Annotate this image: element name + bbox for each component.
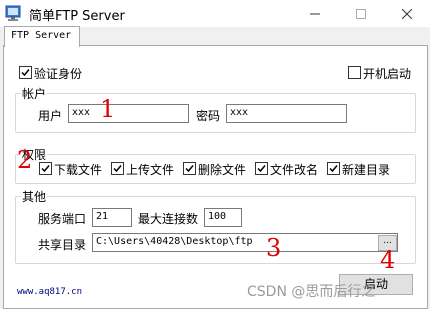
port-label: 服务端口 [38,212,87,226]
other-group [15,196,416,264]
user-input[interactable]: xxx [68,104,189,123]
share-dir-input[interactable]: C:\Users\40428\Desktop\ftp [92,233,398,252]
title-bar: 简单FTP Server [0,0,430,27]
watermark: CSDN @思而后行之 [247,284,376,300]
share-dir-label: 共享目录 [38,238,87,252]
close-button[interactable] [384,0,430,27]
app-icon [5,5,21,21]
check-icon [21,69,30,77]
tab-label: FTP Server [11,30,72,41]
user-label: 用户 [38,109,63,123]
download-checkbox[interactable] [39,162,52,175]
website-link[interactable]: www.aq817.cn [17,287,82,297]
annotation-3: 3 [266,234,282,262]
check-icon [41,165,50,173]
maximize-button[interactable] [338,0,384,27]
maxconn-label: 最大连接数 [138,212,199,226]
check-icon [257,165,266,173]
minimize-icon [310,13,320,14]
tab-panel: 验证身份 开机启动 帐户 用户 xxx 密码 xxx 权限 下载文件 上传文件 … [3,45,428,309]
check-icon [329,165,338,173]
password-label: 密码 [196,109,221,123]
rename-label: 文件改名 [270,163,319,177]
mkdir-checkbox[interactable] [327,162,340,175]
mkdir-label: 新建目录 [342,163,391,177]
port-input[interactable]: 21 [92,208,132,227]
check-icon [185,165,194,173]
tab-ftp-server[interactable]: FTP Server [4,26,80,47]
window-title: 简单FTP Server [29,9,125,24]
maxconn-input[interactable]: 100 [204,208,242,227]
verify-label: 验证身份 [34,67,83,81]
delete-label: 删除文件 [198,163,247,177]
close-icon [402,8,412,19]
account-group-title: 帐户 [21,85,48,102]
check-icon [113,165,122,173]
delete-checkbox[interactable] [183,162,196,175]
verify-checkbox[interactable] [19,66,32,79]
password-input[interactable]: xxx [226,104,347,123]
annotation-1: 1 [100,95,116,123]
ftp-server-window: 简单FTP Server FTP Server 验证身份 开机启动 帐户 用户 … [0,0,430,309]
upload-label: 上传文件 [126,163,175,177]
annotation-4: 4 [380,246,396,274]
autostart-label: 开机启动 [363,67,412,81]
rename-checkbox[interactable] [255,162,268,175]
minimize-button[interactable] [292,0,338,27]
other-group-title: 其他 [21,188,48,205]
upload-checkbox[interactable] [111,162,124,175]
download-label: 下载文件 [54,163,103,177]
autostart-checkbox[interactable] [348,66,361,79]
annotation-2: 2 [17,146,33,174]
maximize-icon [356,8,366,19]
